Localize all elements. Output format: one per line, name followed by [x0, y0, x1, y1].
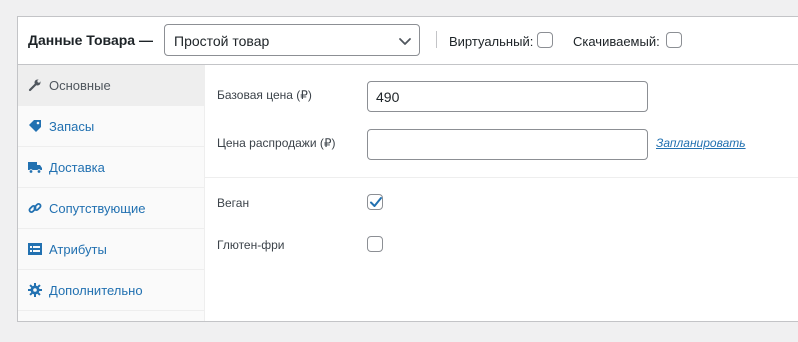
virtual-checkbox[interactable] [537, 32, 553, 48]
regular-price-value: 490 [376, 89, 400, 105]
product-type-value: Простой товар [174, 33, 270, 49]
tab-label: Сопутствующие [49, 201, 146, 216]
tab-shipping[interactable]: Доставка [18, 147, 204, 188]
tab-general[interactable]: Основные [18, 65, 204, 106]
virtual-label: Виртуальный: [449, 34, 534, 49]
panel-title: Данные Товара — [28, 32, 153, 48]
gear-icon [28, 283, 42, 297]
tab-label: Запасы [49, 119, 95, 134]
tab-label: Доставка [49, 160, 105, 175]
list-icon [28, 242, 42, 256]
tag-icon [28, 119, 42, 133]
general-options-panel: Базовая цена (₽) 490 Цена распродажи (₽)… [205, 65, 798, 321]
header-divider [436, 31, 437, 48]
gluten-free-label: Глютен-фри [217, 238, 285, 252]
schedule-sale-link[interactable]: Запланировать [656, 136, 746, 150]
gluten-free-checkbox[interactable] [367, 236, 383, 252]
checkmark-icon [370, 197, 382, 207]
tab-attributes[interactable]: Атрибуты [18, 229, 204, 270]
product-data-tabs: Основные Запасы Доставка Сопутствующие А [18, 65, 205, 321]
wrench-icon [28, 78, 42, 92]
sale-price-input[interactable] [367, 129, 648, 160]
downloadable-label: Скачиваемый: [573, 34, 660, 49]
tab-inventory[interactable]: Запасы [18, 106, 204, 147]
vegan-label: Веган [217, 196, 250, 210]
product-data-header: Данные Товара — Простой товар Виртуальны… [18, 17, 798, 65]
sale-price-label: Цена распродажи (₽) [217, 136, 336, 150]
product-data-panel: Данные Товара — Простой товар Виртуальны… [17, 16, 798, 322]
regular-price-label: Базовая цена (₽) [217, 88, 312, 102]
tab-label: Основные [49, 78, 111, 93]
tab-advanced[interactable]: Дополнительно [18, 270, 204, 311]
vegan-checkbox[interactable] [367, 194, 383, 210]
regular-price-input[interactable]: 490 [367, 81, 648, 112]
section-divider [205, 177, 798, 178]
link-icon [28, 201, 42, 215]
tab-linked-products[interactable]: Сопутствующие [18, 188, 204, 229]
truck-icon [28, 160, 42, 174]
tab-label: Дополнительно [49, 283, 143, 298]
product-type-select[interactable]: Простой товар [164, 24, 420, 56]
downloadable-checkbox[interactable] [666, 32, 682, 48]
tab-label: Атрибуты [49, 242, 107, 257]
chevron-down-icon [397, 33, 413, 49]
